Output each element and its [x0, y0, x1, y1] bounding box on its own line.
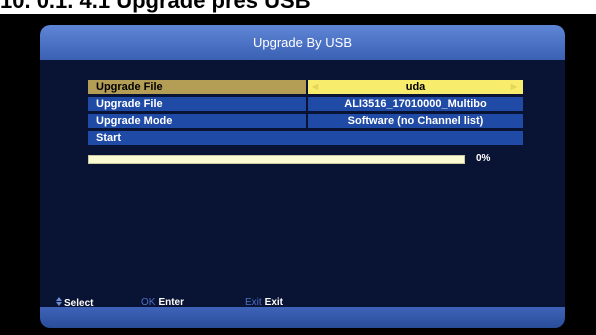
menu-row-value[interactable]: ◀ uda ▶ [308, 80, 523, 94]
up-down-arrows-icon [56, 297, 62, 307]
menu-row-value: Software (no Channel list) [308, 114, 523, 128]
upgrade-progress-percent: 0% [476, 153, 491, 164]
upgrade-file-value: uda [405, 81, 426, 93]
upgrade-progress-bar [88, 155, 465, 164]
hint-select: Select [56, 297, 93, 309]
arrow-left-icon[interactable]: ◀ [312, 80, 318, 94]
hint-exit-label: Exit [264, 297, 284, 308]
hint-ok: OK Enter [141, 297, 184, 308]
footer-bar [40, 307, 565, 328]
menu-row-value: ALI3516_17010000_Multibo [308, 97, 523, 111]
hint-exit: Exit Exit [245, 297, 283, 308]
menu-row-label: Upgrade File [88, 97, 306, 111]
title-bar: Upgrade By USB [40, 25, 565, 60]
menu-row-start[interactable]: Start [88, 131, 523, 145]
menu-row-label: Upgrade Mode [88, 114, 306, 128]
menu-row-upgrade-mode[interactable]: Upgrade Mode Software (no Channel list) [88, 114, 523, 128]
start-button[interactable]: Start [88, 131, 523, 145]
arrow-right-icon[interactable]: ▶ [511, 80, 517, 94]
document-heading-text: 10. 0.1. 4.1 Upgrade pres USB [0, 0, 311, 13]
document-heading: 10. 0.1. 4.1 Upgrade pres USB [0, 0, 596, 14]
hint-ok-label: Enter [158, 297, 185, 308]
menu-row-upgrade-file-source[interactable]: Upgrade File ◀ uda ▶ [88, 80, 523, 94]
hint-select-label: Select [64, 298, 94, 309]
dialog-title: Upgrade By USB [253, 35, 352, 50]
menu-row-upgrade-file-name[interactable]: Upgrade File ALI3516_17010000_Multibo [88, 97, 523, 111]
ok-key-icon: OK [141, 297, 156, 308]
upgrade-dialog: Upgrade By USB Upgrade File ◀ uda ▶ Upgr… [40, 25, 565, 328]
menu-row-label: Upgrade File [88, 80, 306, 94]
exit-key-icon: Exit [245, 297, 262, 308]
